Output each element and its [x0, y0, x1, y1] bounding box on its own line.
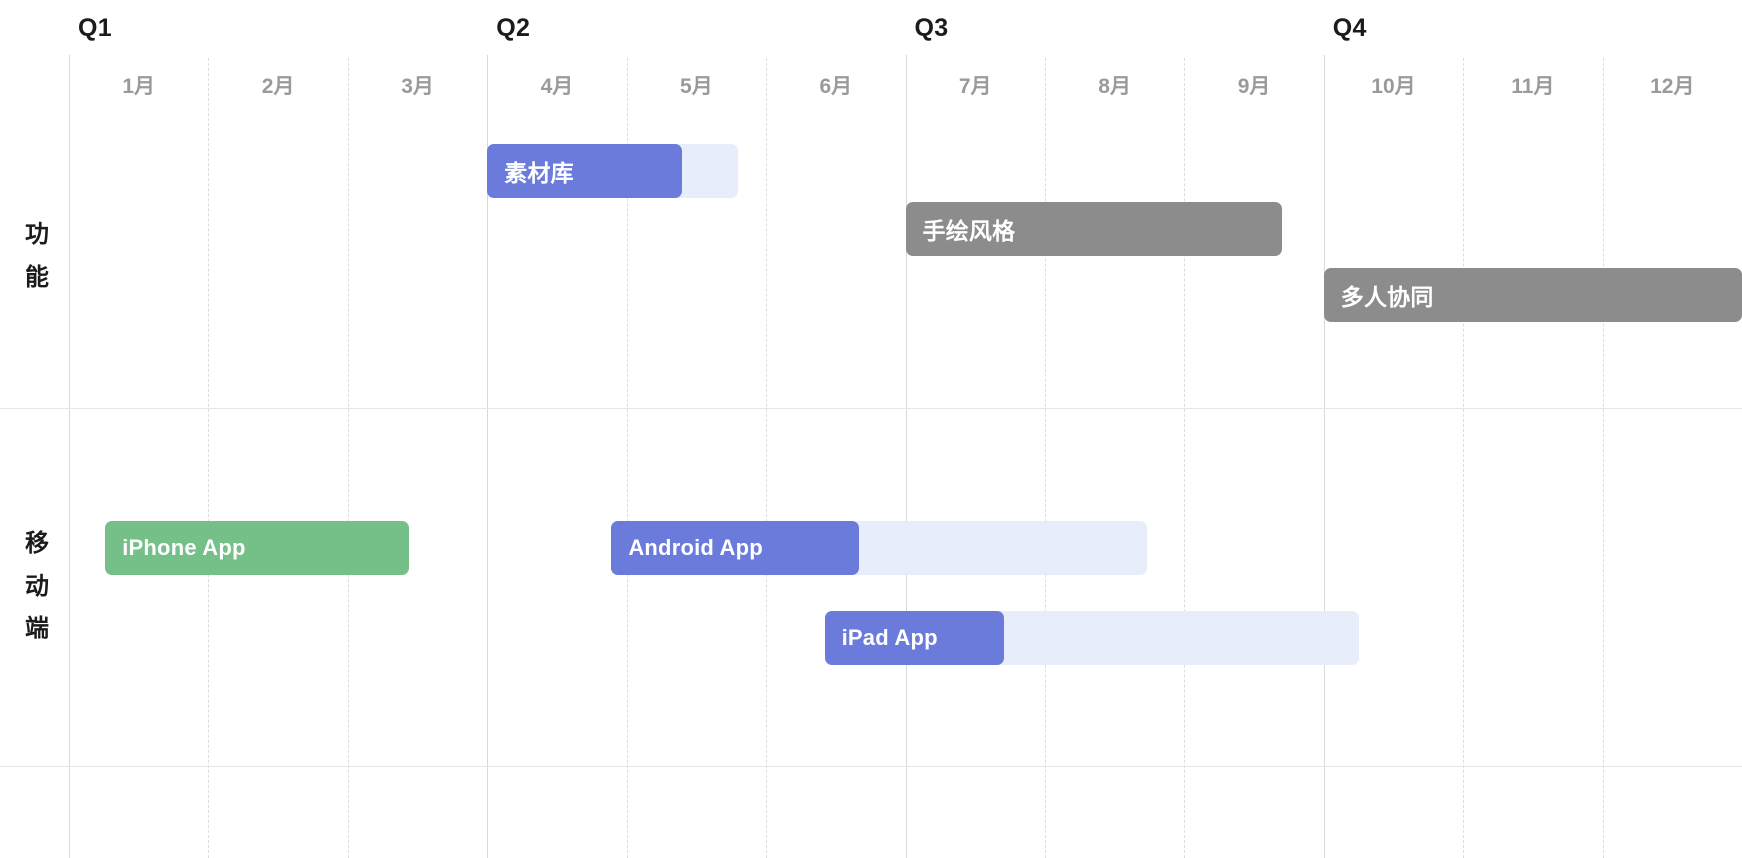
quarter-gridline — [1323, 55, 1325, 858]
row-label-1: 功能 — [25, 221, 49, 292]
month-label: 1月 — [122, 75, 156, 98]
month-gridline — [1463, 58, 1465, 858]
month-gridline — [208, 58, 210, 858]
month-label: 9月 — [1237, 75, 1271, 98]
task-bar[interactable]: 手绘风格 — [905, 202, 1282, 256]
task-bar-label: 素材库 — [504, 160, 574, 186]
month-label: 7月 — [958, 75, 992, 98]
quarter-label: Q2 — [496, 14, 531, 42]
month-label: 11月 — [1511, 75, 1555, 98]
month-label: 4月 — [540, 75, 574, 98]
row-divider — [0, 408, 1742, 409]
quarter-label: Q1 — [78, 14, 112, 42]
month-label: 6月 — [819, 75, 853, 98]
quarter-label: Q3 — [914, 14, 949, 42]
task-bar-label: 多人协同 — [1340, 284, 1434, 310]
grid-layer — [0, 0, 1742, 858]
task-bar-label: 手绘风格 — [922, 218, 1016, 244]
month-label: 12月 — [1650, 75, 1695, 98]
task-bar[interactable]: iPad App — [824, 611, 1005, 665]
task-bar[interactable]: 多人协同 — [1323, 268, 1742, 322]
gantt-chart: Q1 Q2 Q3 Q4 1月 2月 3月 4月 5月 6月 7月 8月 9月 10月 11月 12月 功能移… — [0, 0, 1742, 858]
quarter-label: Q4 — [1332, 14, 1367, 42]
task-bar[interactable]: 素材库 — [487, 144, 683, 198]
task-bar-label: Android App — [628, 535, 763, 560]
month-gridline — [1184, 58, 1186, 858]
task-bar-label: iPad App — [841, 625, 938, 650]
month-gridline — [766, 58, 768, 858]
month-gridline — [1044, 58, 1046, 858]
row-label-2: 移动端 — [25, 529, 49, 643]
month-gridline — [347, 58, 349, 858]
month-label: 8月 — [1098, 75, 1131, 98]
task-bar-label: iPhone App — [122, 535, 246, 560]
month-gridline — [1602, 58, 1604, 858]
task-bar[interactable]: Android App — [611, 521, 860, 575]
chart-bottom-rule — [0, 766, 1742, 767]
month-label: 5月 — [680, 75, 713, 98]
month-label: 3月 — [401, 75, 434, 98]
quarter-gridline — [69, 55, 70, 858]
month-label: 10月 — [1371, 75, 1416, 98]
task-bar[interactable]: iPhone App — [105, 521, 410, 575]
month-label: 2月 — [261, 75, 295, 98]
quarter-gridline — [905, 55, 907, 858]
